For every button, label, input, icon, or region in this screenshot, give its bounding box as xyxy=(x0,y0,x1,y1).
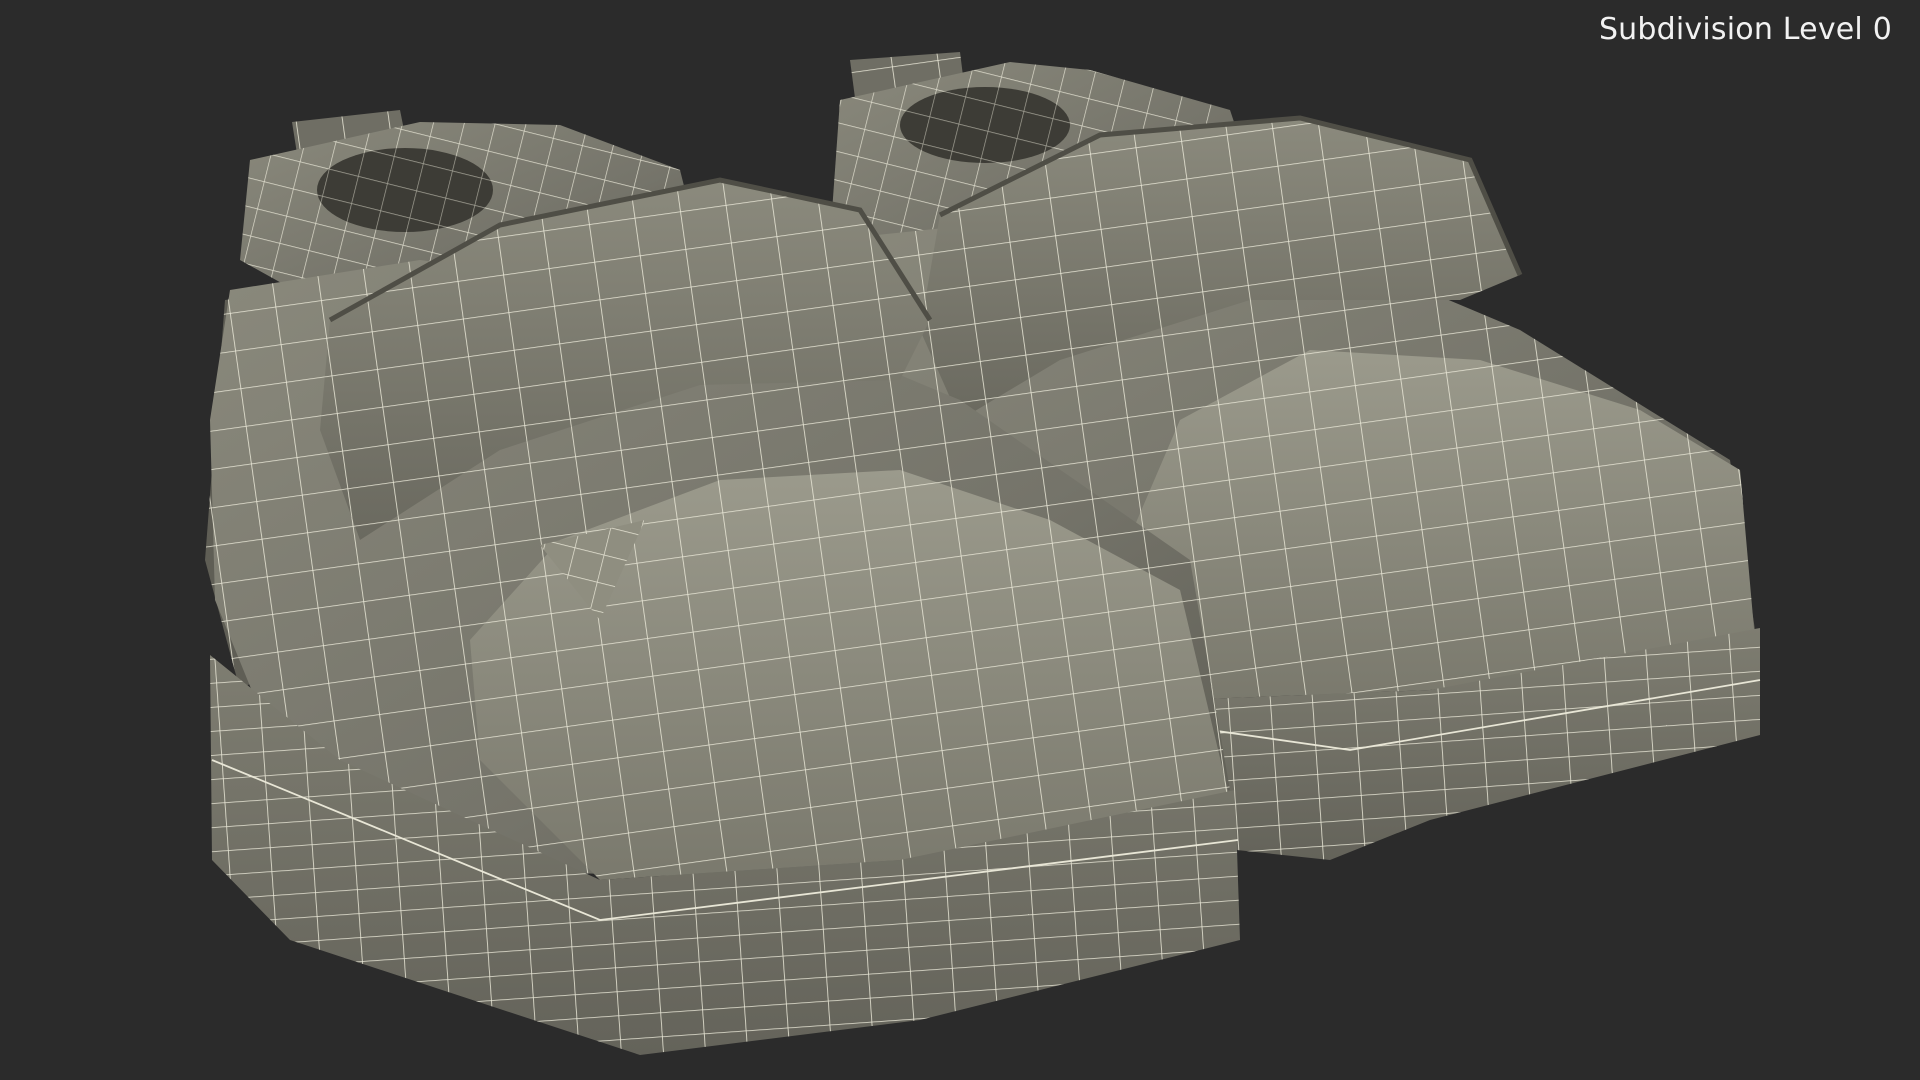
viewport-3d[interactable]: Subdivision Level 0 xyxy=(0,0,1920,1080)
subdivision-level-label: Subdivision Level 0 xyxy=(1598,12,1892,47)
render-canvas xyxy=(205,52,1761,1055)
